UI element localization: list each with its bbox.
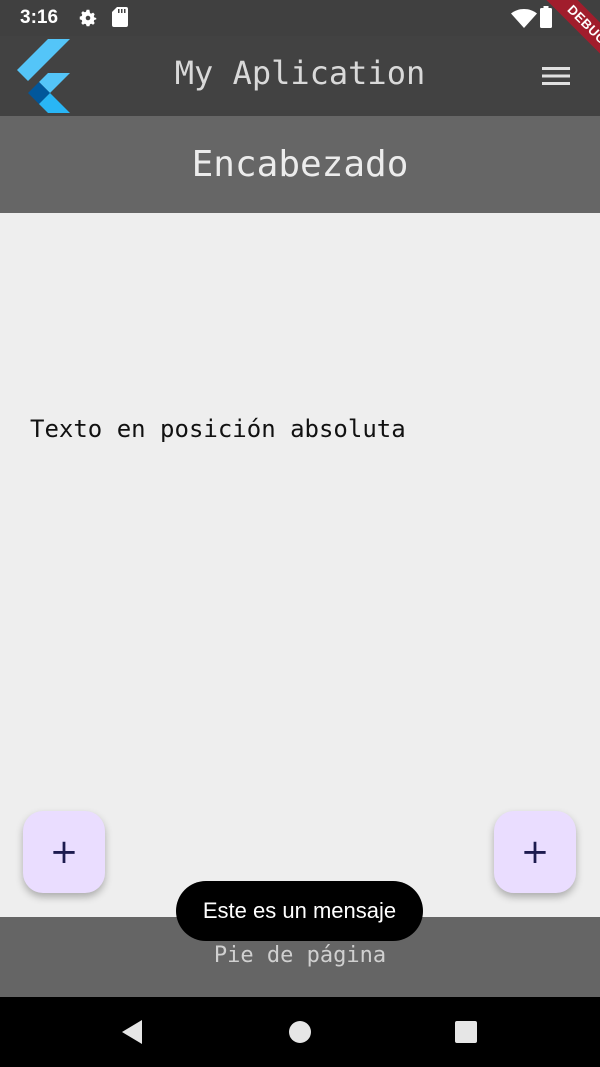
system-nav-bar (0, 997, 600, 1067)
absolute-text: Texto en posición absoluta (30, 415, 406, 443)
plus-icon: + (49, 832, 79, 872)
back-icon[interactable] (120, 1019, 144, 1045)
add-button-left[interactable]: + (23, 811, 105, 893)
recents-icon[interactable] (454, 1019, 478, 1045)
status-time: 3:16 (20, 7, 59, 28)
battery-icon (540, 6, 552, 28)
add-button-right[interactable]: + (494, 811, 576, 893)
app-title: My Aplication (174, 54, 426, 92)
header-title: Encabezado (191, 144, 409, 185)
wifi-icon (511, 9, 537, 28)
footer-text: Pie de página (213, 943, 387, 968)
status-bar: 3:16 (0, 0, 600, 36)
home-icon[interactable] (288, 1019, 312, 1045)
toast-text: Este es un mensaje (202, 898, 397, 923)
settings-icon (79, 9, 97, 27)
header: Encabezado (0, 116, 600, 213)
hamburger-menu-icon[interactable] (536, 62, 576, 90)
toast-message: Este es un mensaje (176, 881, 423, 941)
sd-card-icon (112, 7, 128, 27)
app-bar: My Aplication (0, 36, 600, 116)
plus-icon: + (520, 832, 550, 872)
